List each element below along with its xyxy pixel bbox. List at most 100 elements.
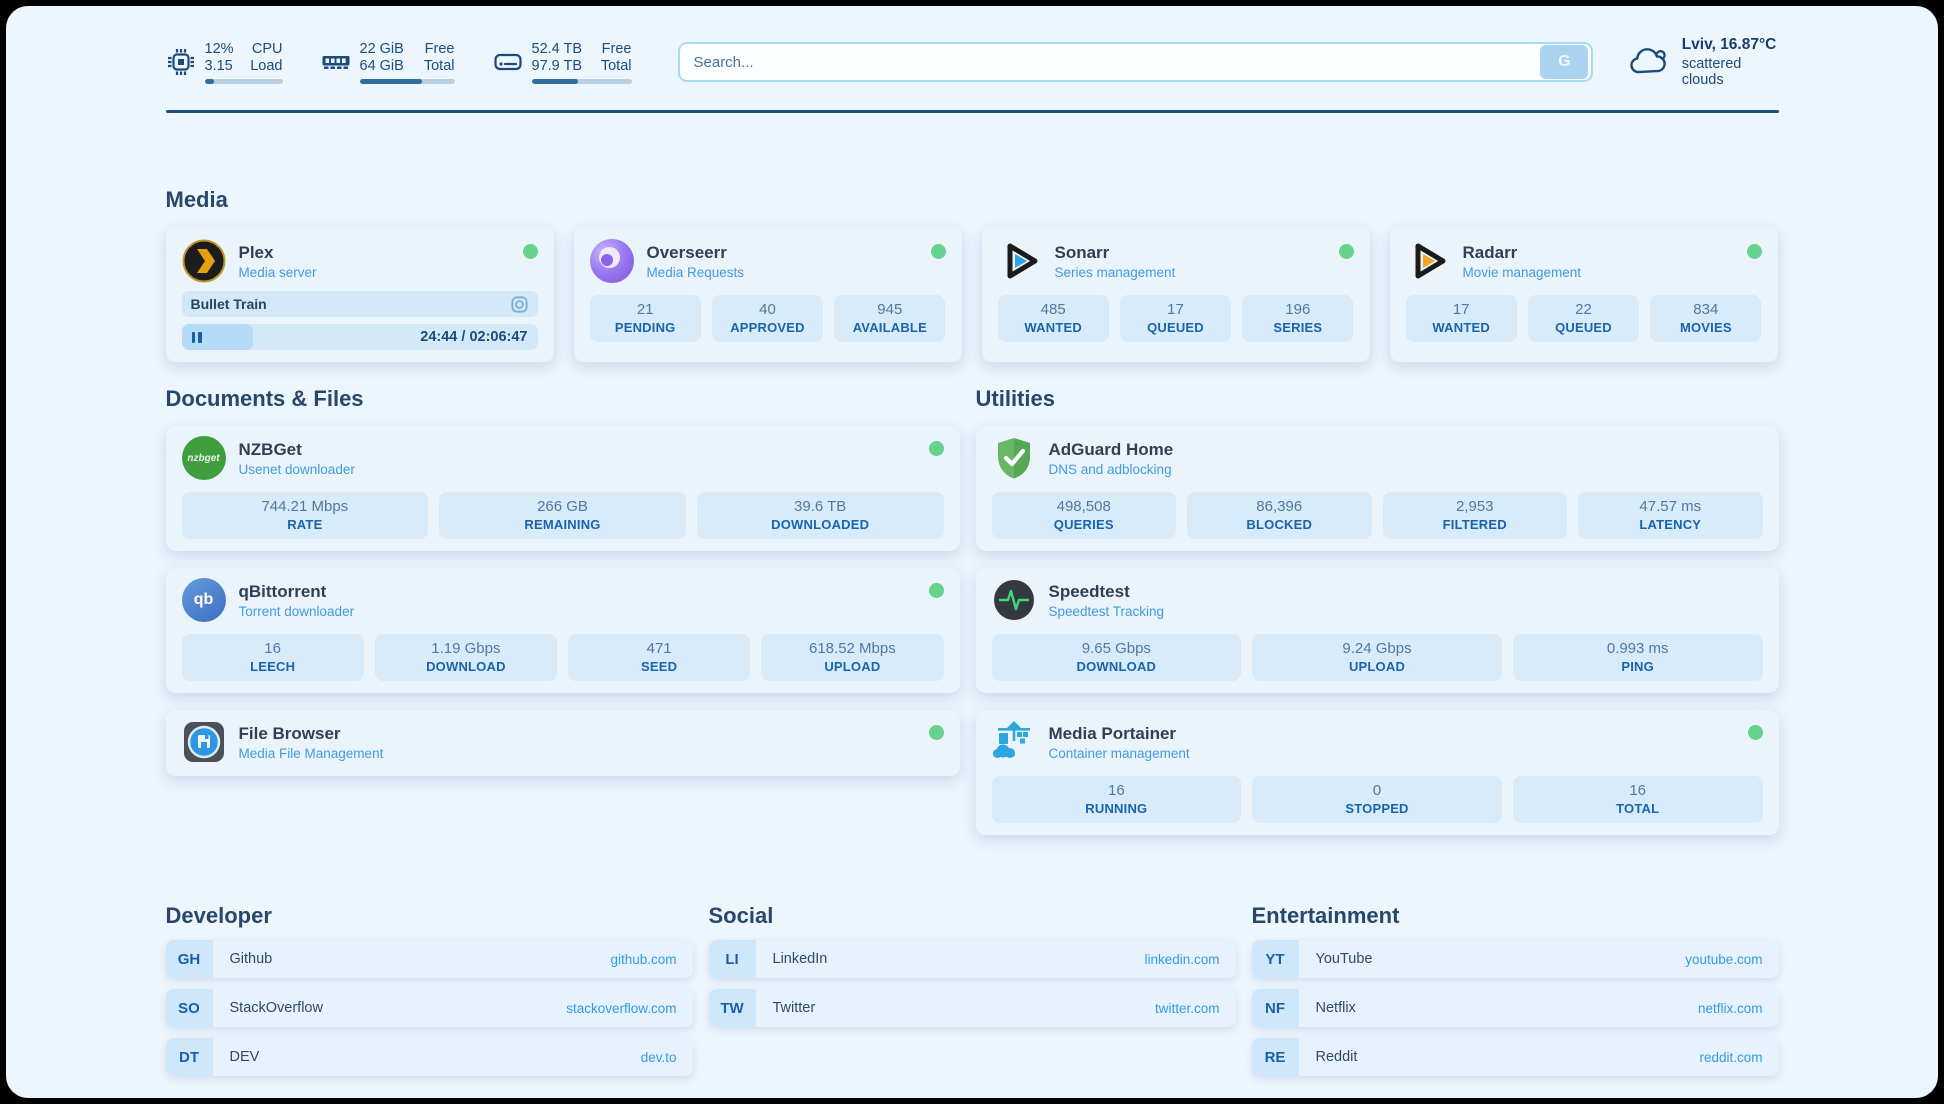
sonarr-icon xyxy=(998,239,1042,283)
filebrowser-icon xyxy=(182,720,226,764)
app-subtitle: Usenet downloader xyxy=(239,462,916,477)
weather-condition: scattered clouds xyxy=(1682,56,1779,88)
app-subtitle: Movie management xyxy=(1463,265,1734,280)
app-card-overseerr[interactable]: Overseerr Media Requests 21PENDING 40APP… xyxy=(574,227,962,362)
stat-queued: 22QUEUED xyxy=(1528,295,1639,342)
app-card-portainer[interactable]: Media Portainer Container management 16R… xyxy=(976,710,1779,835)
search-input[interactable] xyxy=(680,54,1541,71)
app-title: Sonarr xyxy=(1055,243,1326,263)
app-card-sonarr[interactable]: Sonarr Series management 485WANTED 17QUE… xyxy=(982,227,1370,362)
bookmark-url: stackoverflow.com xyxy=(566,989,692,1027)
app-card-plex[interactable]: Plex Media server Bullet Train 24:44 / 0… xyxy=(166,227,554,362)
dashboard-panel: 12%CPU 3.15Load xyxy=(6,6,1938,1098)
qbittorrent-icon: qb xyxy=(182,578,226,622)
status-dot xyxy=(931,244,946,259)
cpu-progress-bar xyxy=(205,79,283,84)
pause-icon xyxy=(192,332,202,343)
ram-widget: 22 GiBFree 64 GiBTotal xyxy=(321,41,455,84)
disk-total-value: 97.9 TB xyxy=(532,58,583,75)
app-card-qbittorrent[interactable]: qb qBittorrent Torrent downloader 16LEEC… xyxy=(166,568,960,693)
cpu-load-label: Load xyxy=(250,58,282,75)
stat-movies: 834MOVIES xyxy=(1650,295,1761,342)
google-search-button[interactable]: G xyxy=(1540,45,1588,79)
cpu-usage-value: 12% xyxy=(205,41,234,58)
plex-icon xyxy=(182,239,226,283)
bookmark-abbr: TW xyxy=(709,989,756,1027)
bookmark-name: Reddit xyxy=(1299,1038,1700,1076)
bookmark-url: netflix.com xyxy=(1698,989,1779,1027)
stat-running: 16RUNNING xyxy=(992,776,1242,823)
bookmark-name: LinkedIn xyxy=(756,940,1145,978)
status-dot xyxy=(929,725,944,740)
bookmark-stackoverflow[interactable]: SO StackOverflow stackoverflow.com xyxy=(166,989,693,1027)
status-dot xyxy=(1747,244,1762,259)
app-subtitle: Container management xyxy=(1049,746,1735,761)
ram-total-label: Total xyxy=(424,58,455,75)
bookmark-name: StackOverflow xyxy=(213,989,567,1027)
bookmark-github[interactable]: GH Github github.com xyxy=(166,940,693,978)
stat-remaining: 266 GBREMAINING xyxy=(439,492,686,539)
media-cards-row: Plex Media server Bullet Train 24:44 / 0… xyxy=(166,227,1779,362)
disk-total-label: Total xyxy=(601,58,632,75)
stat-queries: 498,508QUERIES xyxy=(992,492,1177,539)
now-playing-title: Bullet Train xyxy=(191,296,510,312)
stat-queued: 17QUEUED xyxy=(1120,295,1231,342)
bookmark-reddit[interactable]: RE Reddit reddit.com xyxy=(1252,1038,1779,1076)
section-title-social: Social xyxy=(709,903,1236,929)
radarr-icon xyxy=(1406,239,1450,283)
ram-progress-fill xyxy=(360,79,423,84)
stat-leech: 16LEECH xyxy=(182,634,364,681)
bookmark-name: Github xyxy=(213,940,611,978)
stat-upload: 9.24 GbpsUPLOAD xyxy=(1252,634,1502,681)
status-dot xyxy=(1339,244,1354,259)
disk-free-label: Free xyxy=(602,41,632,58)
stat-approved: 40APPROVED xyxy=(712,295,823,342)
header-divider xyxy=(166,110,1779,113)
cpu-progress-fill xyxy=(205,79,214,84)
weather-location: Lviv, 16.87°C xyxy=(1682,36,1779,54)
bookmark-abbr: SO xyxy=(166,989,213,1027)
bookmark-linkedin[interactable]: LI LinkedIn linkedin.com xyxy=(709,940,1236,978)
app-card-speedtest[interactable]: Speedtest Speedtest Tracking 9.65 GbpsDO… xyxy=(976,568,1779,693)
status-dot xyxy=(929,441,944,456)
cpu-icon xyxy=(166,47,196,77)
bookmark-name: YouTube xyxy=(1299,940,1686,978)
bookmarks-developer: Developer GH Github github.com SO StackO… xyxy=(166,903,693,1076)
app-card-nzbget[interactable]: nzbget NZBGet Usenet downloader 744.21 M… xyxy=(166,426,960,551)
app-title: Plex xyxy=(239,243,510,263)
playback-progress-bar: 24:44 / 02:06:47 xyxy=(182,324,538,350)
disk-free-value: 52.4 TB xyxy=(532,41,583,58)
stat-series: 196SERIES xyxy=(1242,295,1353,342)
now-playing-row: Bullet Train xyxy=(182,291,538,317)
stat-rate: 744.21 MbpsRATE xyxy=(182,492,429,539)
bookmark-name: DEV xyxy=(213,1038,641,1076)
app-title: Speedtest xyxy=(1049,582,1763,602)
app-title: Media Portainer xyxy=(1049,724,1735,744)
app-subtitle: Speedtest Tracking xyxy=(1049,604,1763,619)
bookmark-dev[interactable]: DT DEV dev.to xyxy=(166,1038,693,1076)
section-title-developer: Developer xyxy=(166,903,693,929)
speedtest-icon xyxy=(992,578,1036,622)
search-bar: G xyxy=(678,42,1594,82)
section-title-utilities: Utilities xyxy=(976,386,1779,412)
app-title: qBittorrent xyxy=(239,582,916,602)
bookmark-abbr: GH xyxy=(166,940,213,978)
bookmark-abbr: YT xyxy=(1252,940,1299,978)
app-card-adguard[interactable]: AdGuard Home DNS and adblocking 498,508Q… xyxy=(976,426,1779,551)
top-bar: 12%CPU 3.15Load xyxy=(166,36,1779,88)
bookmark-url: twitter.com xyxy=(1155,989,1236,1027)
bookmark-netflix[interactable]: NF Netflix netflix.com xyxy=(1252,989,1779,1027)
app-card-filebrowser[interactable]: File Browser Media File Management xyxy=(166,710,960,776)
stat-seed: 471SEED xyxy=(568,634,750,681)
bookmark-name: Netflix xyxy=(1299,989,1698,1027)
ram-free-label: Free xyxy=(425,41,455,58)
stat-wanted: 485WANTED xyxy=(998,295,1109,342)
status-dot xyxy=(523,244,538,259)
stat-latency: 47.57 msLATENCY xyxy=(1578,492,1763,539)
app-title: AdGuard Home xyxy=(1049,440,1763,460)
bookmark-twitter[interactable]: TW Twitter twitter.com xyxy=(709,989,1236,1027)
cloud-icon xyxy=(1629,45,1669,79)
app-card-radarr[interactable]: Radarr Movie management 17WANTED 22QUEUE… xyxy=(1390,227,1778,362)
bookmark-youtube[interactable]: YT YouTube youtube.com xyxy=(1252,940,1779,978)
cpu-load-value: 3.15 xyxy=(205,58,233,75)
